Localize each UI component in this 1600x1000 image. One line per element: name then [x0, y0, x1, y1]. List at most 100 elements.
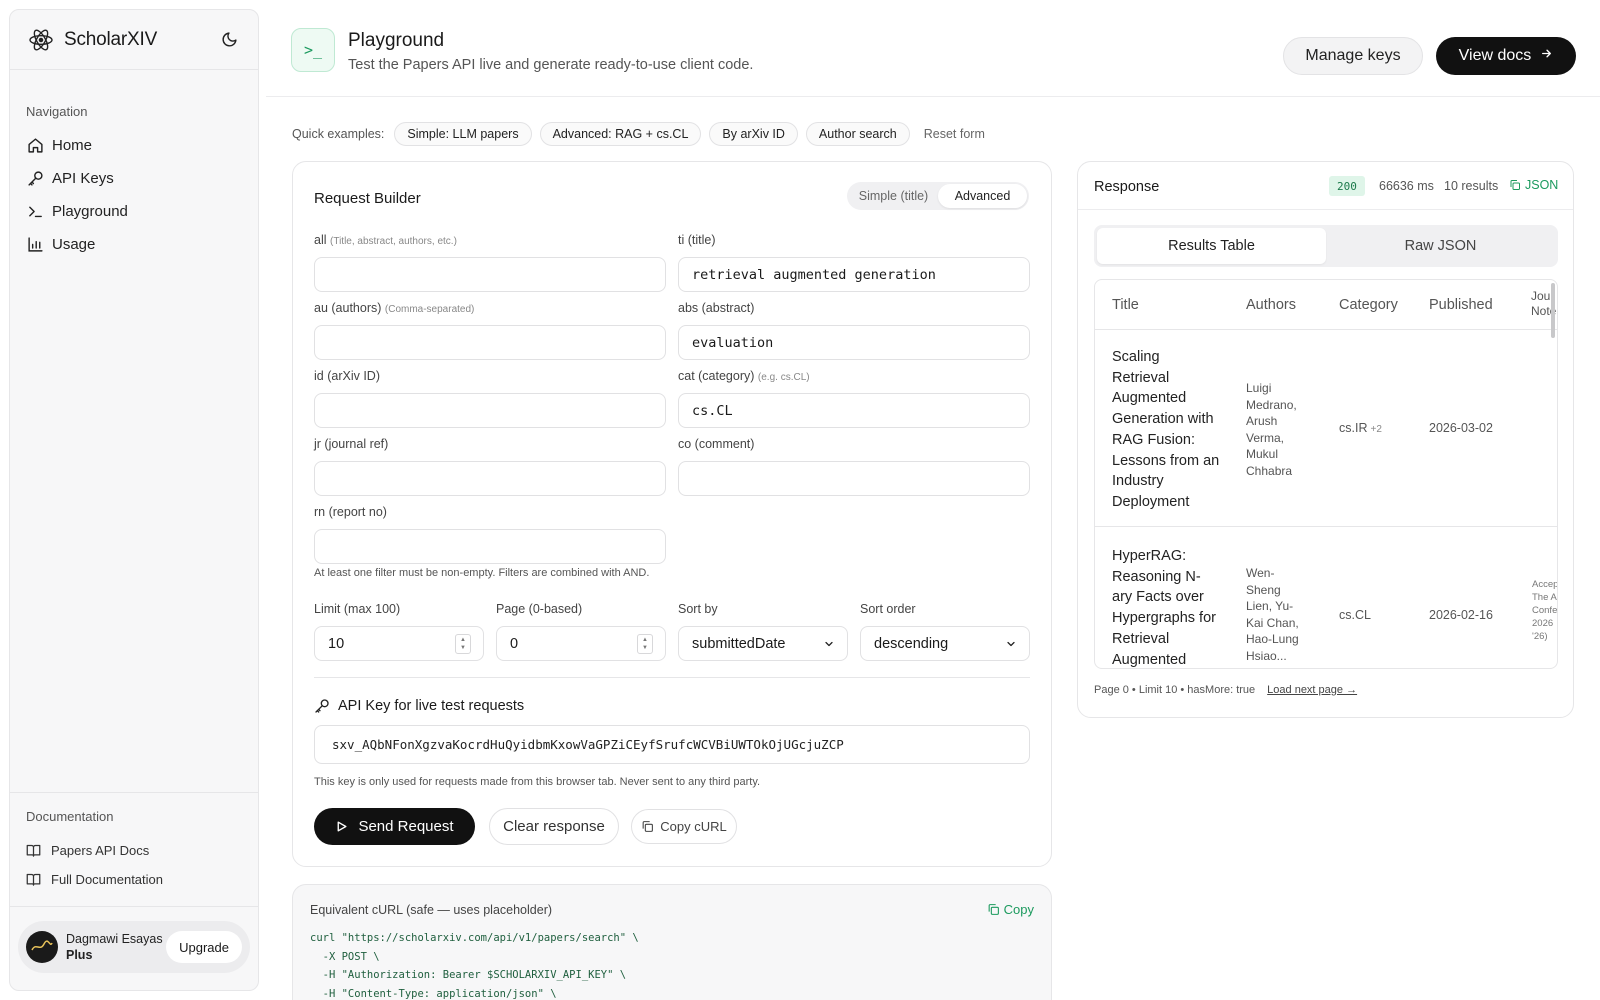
limit-label: Limit (max 100) [314, 602, 401, 616]
clear-response-button[interactable]: Clear response [489, 808, 619, 845]
cell-published: 2026-03-02 [1429, 421, 1493, 435]
sidebar-item-playground[interactable]: Playground [10, 195, 258, 228]
response-footer: Page 0 • Limit 10 • hasMore: true Load n… [1094, 684, 1357, 696]
page-title: Playground [348, 30, 445, 51]
manage-keys-button[interactable]: Manage keys [1283, 37, 1423, 75]
field-hint: (e.g. cs.CL) [757, 372, 810, 383]
documentation-section: Documentation Papers API Docs Full Docum… [10, 792, 258, 894]
copy-icon [641, 820, 654, 833]
field-rn: rn (report no) [314, 505, 666, 564]
user-info: Dagmawi Esayas Plus [66, 931, 163, 963]
scrollbar[interactable] [1551, 283, 1555, 338]
comment-input[interactable] [678, 461, 1030, 496]
user-section: Dagmawi Esayas Plus Upgrade [10, 906, 258, 987]
sort-order-select[interactable]: descending [860, 626, 1030, 661]
column-header-title[interactable]: Title [1112, 297, 1139, 313]
atom-logo-icon [28, 27, 54, 53]
authors-input[interactable] [314, 325, 666, 360]
category-input[interactable]: cs.CL [678, 393, 1030, 428]
cell-published: 2026-02-16 [1429, 608, 1493, 622]
api-key-input[interactable]: sxv_AQbNFonXgzvaKocrdHuQyidbmKxowVaGPZiC… [314, 725, 1030, 764]
page-value: 0 [510, 635, 519, 652]
field-au: au (authors) (Comma-separated) [314, 301, 666, 360]
limit-field: Limit (max 100) 10 ▲ ▼ [314, 602, 484, 661]
avatar[interactable] [26, 931, 58, 963]
moon-icon[interactable] [218, 29, 240, 51]
copy-curl-label: Copy cURL [660, 819, 727, 834]
all-input[interactable] [314, 257, 666, 292]
view-docs-button[interactable]: View docs [1436, 37, 1576, 75]
sidebar-item-api-keys[interactable]: API Keys [10, 162, 258, 195]
doc-item-label: Full Documentation [51, 872, 163, 887]
arrow-right-icon [1540, 47, 1553, 65]
page-field: Page (0-based) 0 ▲ ▼ [496, 602, 666, 661]
sidebar-item-full-documentation[interactable]: Full Documentation [10, 865, 258, 894]
results-table[interactable]: Title Authors Category Published Jou Not… [1094, 279, 1558, 669]
sidebar-item-label: API Keys [52, 170, 114, 187]
sidebar-item-label: Playground [52, 203, 128, 220]
copy-icon [987, 903, 1000, 916]
arxiv-id-input[interactable] [314, 393, 666, 428]
result-count: 10 results [1444, 179, 1499, 193]
title-input[interactable]: retrieval augmented generation [678, 257, 1030, 292]
field-abs: abs (abstract) evaluation [678, 301, 1030, 360]
journal-ref-input[interactable] [314, 461, 666, 496]
upgrade-button[interactable]: Upgrade [166, 931, 242, 963]
field-label: au (authors) [314, 301, 382, 315]
category-extra: +2 [1370, 424, 1382, 435]
send-request-button[interactable]: Send Request [314, 808, 475, 845]
sidebar-item-papers-api-docs[interactable]: Papers API Docs [10, 836, 258, 865]
column-header-authors[interactable]: Authors [1246, 297, 1296, 313]
cell-authors: Wen-Sheng Lien, Yu-Kai Chan, Hao-Lung Hs… [1246, 566, 1299, 663]
doc-item-label: Papers API Docs [51, 843, 150, 858]
field-jr: jr (journal ref) [314, 437, 666, 496]
example-chip-advanced[interactable]: Advanced: RAG + cs.CL [539, 122, 702, 146]
terminal-icon [26, 203, 44, 221]
sidebar-item-usage[interactable]: Usage [10, 228, 258, 261]
sidebar-item-home[interactable]: Home [10, 129, 258, 162]
cell-title: HyperRAG: Reasoning N-ary Facts over Hyp… [1112, 548, 1216, 668]
example-chip-arxiv-id[interactable]: By arXiv ID [709, 122, 798, 146]
mode-simple-tab[interactable]: Simple (title) [849, 184, 938, 208]
field-cat: cat (category) (e.g. cs.CL) cs.CL [678, 369, 1030, 428]
send-request-label: Send Request [358, 818, 454, 835]
mode-advanced-tab[interactable]: Advanced [938, 184, 1027, 208]
field-label: rn (report no) [314, 505, 387, 519]
chevron-down-icon [1005, 638, 1017, 654]
tab-raw-json[interactable]: Raw JSON [1326, 228, 1555, 264]
copy-curl-button[interactable]: Copy cURL [631, 809, 737, 844]
page-header: >_ Playground Test the Papers API live a… [266, 0, 1600, 97]
column-header-category[interactable]: Category [1339, 297, 1398, 313]
report-no-input[interactable] [314, 529, 666, 564]
load-next-page-link[interactable]: Load next page → [1267, 684, 1357, 696]
book-icon [26, 872, 42, 888]
example-chip-simple[interactable]: Simple: LLM papers [394, 122, 532, 146]
limit-input[interactable]: 10 ▲ ▼ [314, 626, 484, 661]
cell-category: cs.IR +2 [1339, 421, 1382, 435]
column-header-published[interactable]: Published [1429, 297, 1493, 313]
sort-by-select[interactable]: submittedDate [678, 626, 848, 661]
field-label: co (comment) [678, 437, 755, 451]
home-icon [26, 137, 44, 155]
stepper-icon[interactable]: ▲ ▼ [455, 634, 471, 654]
field-all: all (Title, abstract, authors, etc.) [314, 233, 666, 292]
stepper-icon[interactable]: ▲ ▼ [637, 634, 653, 654]
quick-examples: Quick examples: Simple: LLM papers Advan… [292, 122, 985, 146]
abstract-input[interactable]: evaluation [678, 325, 1030, 360]
mode-toggle: Simple (title) Advanced [847, 182, 1029, 210]
copy-json-link[interactable]: JSON [1509, 178, 1558, 192]
table-row[interactable]: HyperRAG: Reasoning N-ary Facts over Hyp… [1095, 527, 1557, 668]
field-id: id (arXiv ID) [314, 369, 666, 428]
page-input[interactable]: 0 ▲ ▼ [496, 626, 666, 661]
field-label: abs (abstract) [678, 301, 755, 315]
tab-results-table[interactable]: Results Table [1097, 228, 1326, 264]
table-row[interactable]: Scaling Retrieval Augmented Generation w… [1095, 330, 1557, 527]
user-plan: Plus [66, 948, 93, 962]
reset-form-link[interactable]: Reset form [924, 127, 985, 141]
copy-curl-link[interactable]: Copy [987, 902, 1034, 917]
sort-order-field: Sort order descending [860, 602, 1030, 661]
sort-by-label: Sort by [678, 602, 718, 616]
request-builder-card: Request Builder Simple (title) Advanced … [292, 161, 1052, 867]
field-hint: (Title, abstract, authors, etc.) [330, 236, 457, 247]
example-chip-author[interactable]: Author search [805, 122, 910, 146]
